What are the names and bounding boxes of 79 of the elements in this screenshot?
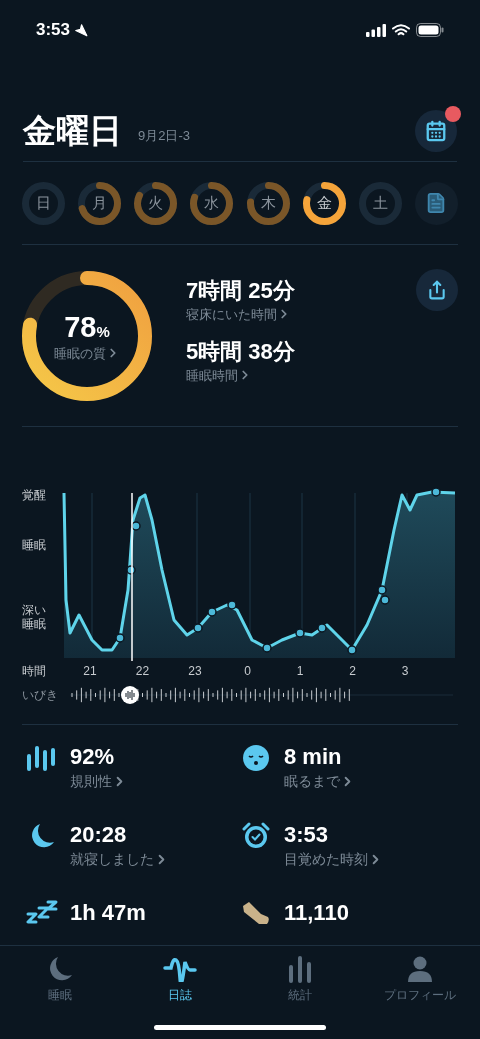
tick-label: 23	[188, 663, 202, 680]
sleepy-face-icon	[242, 744, 270, 772]
tick-label: 3	[401, 663, 409, 680]
tick-label: 22	[135, 663, 150, 680]
share-button[interactable]	[416, 269, 458, 311]
quality-value: 78	[64, 313, 97, 342]
data-point	[126, 565, 136, 575]
day-label: 日	[36, 192, 51, 213]
day-ring[interactable]: 火	[134, 181, 178, 225]
day-ring[interactable]: 木	[246, 181, 290, 225]
day-ring[interactable]: 月	[78, 181, 122, 225]
calendar-icon	[425, 119, 447, 142]
duration-value: 7時間 25分	[186, 277, 296, 305]
signal-icon	[366, 23, 386, 37]
day-label: 木	[260, 192, 276, 213]
data-point	[347, 645, 357, 655]
share-icon	[427, 280, 447, 300]
data-point	[262, 643, 272, 653]
duration-label[interactable]: 睡眠時間	[186, 365, 238, 385]
alarm-clock-icon	[242, 822, 270, 850]
day-ring[interactable]: 金	[302, 181, 346, 225]
tick-label: 21	[83, 663, 97, 680]
axis-label: 時間	[22, 663, 47, 680]
day-title: 金曜日	[23, 114, 122, 147]
data-point	[193, 623, 203, 633]
quality-label[interactable]: 睡眠の質	[54, 343, 106, 363]
wifi-icon	[392, 23, 410, 37]
data-point	[131, 521, 141, 531]
metric-label[interactable]: 就寝しました	[70, 848, 154, 870]
metric-value: 11,110	[284, 899, 349, 927]
day-ring[interactable]: 日	[22, 181, 65, 225]
day-label: 水	[204, 192, 220, 213]
duration-value: 5時間 38分	[186, 338, 296, 366]
bars-icon	[26, 744, 58, 772]
data-point	[207, 607, 217, 617]
data-point	[380, 595, 390, 605]
metric-label[interactable]: 眠るまで	[284, 770, 340, 792]
axis-label: 覚醒	[22, 489, 46, 503]
data-point	[317, 623, 327, 633]
tick-label: 0	[244, 663, 251, 680]
report-button[interactable]	[415, 181, 458, 225]
bar-chart-icon	[287, 955, 313, 983]
metric-value: 3:53	[284, 821, 330, 849]
tick-label: 1	[296, 663, 304, 680]
quality-unit: %	[96, 323, 110, 342]
day-ring[interactable]: 水	[190, 181, 234, 225]
data-point	[295, 628, 305, 638]
day-label: 金	[316, 192, 332, 213]
metric-label[interactable]: 目覚めた時刻	[284, 848, 368, 870]
location-icon	[74, 23, 89, 37]
day-ring[interactable]: 土	[358, 181, 402, 225]
day-label: 月	[92, 192, 108, 213]
person-icon	[407, 955, 433, 983]
tick-label: 2	[349, 663, 356, 680]
wave-icon	[163, 956, 197, 982]
data-point	[115, 633, 125, 643]
metric-value: 92%	[70, 743, 116, 771]
data-point	[431, 487, 441, 497]
tab[interactable]: 統計	[240, 954, 360, 1004]
date-subtitle: 9月2日-3	[138, 126, 191, 145]
tab[interactable]: 睡眠	[0, 954, 120, 1004]
tab[interactable]: プロフィール	[360, 954, 480, 1004]
day-label: 土	[372, 192, 388, 213]
axis-label: 深い睡眠	[22, 604, 47, 632]
axis-label: 睡眠	[22, 539, 46, 553]
playhead-marker[interactable]	[121, 686, 139, 704]
data-point	[227, 600, 237, 610]
moon-icon	[47, 955, 73, 983]
tab[interactable]: 日誌	[120, 954, 240, 1004]
status-time: 3:53	[36, 19, 71, 42]
metric-label[interactable]: 規則性	[70, 770, 112, 792]
metric-value: 20:28	[70, 821, 128, 849]
battery-icon	[416, 23, 444, 37]
metric-value: 8 min	[284, 743, 343, 771]
data-point	[377, 585, 387, 595]
metric-value: 1h 47m	[70, 899, 146, 927]
axis-label: いびき	[22, 687, 59, 704]
day-label: 火	[148, 192, 164, 213]
duration-label[interactable]: 寝床にいた時間	[186, 304, 277, 324]
